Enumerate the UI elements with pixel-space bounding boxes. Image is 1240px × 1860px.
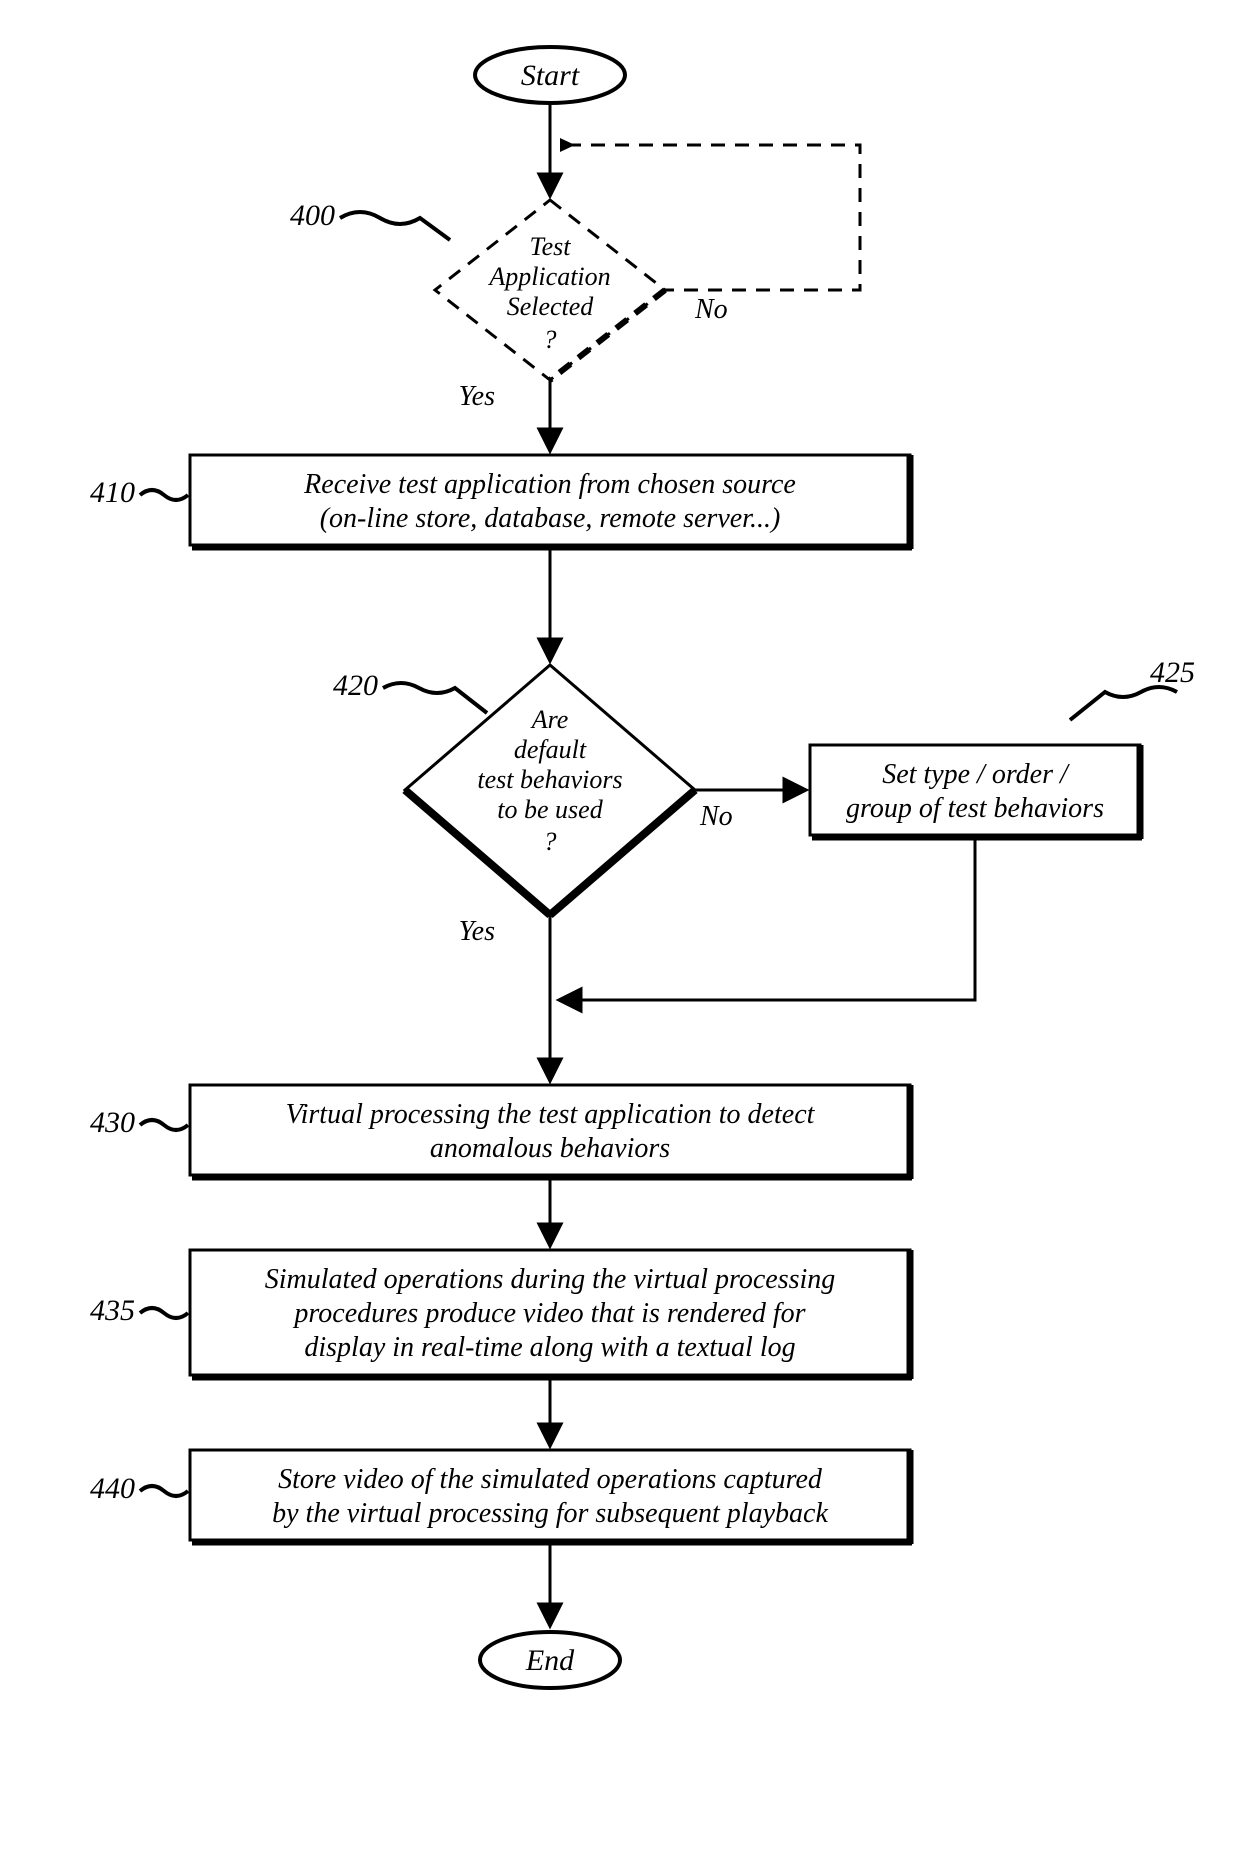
start-label: Start [521, 59, 580, 92]
label-410-squiggle [140, 490, 188, 500]
d400-no: No [694, 294, 728, 325]
d420-l2: default [514, 735, 587, 764]
b435-l3: display in real-time along with a textua… [304, 1332, 795, 1363]
d420-l4: to be used [497, 795, 603, 824]
b425-l1: Set type / order / [882, 759, 1070, 790]
d420-l1: Are [530, 705, 569, 734]
label-440: 440 [90, 1472, 135, 1505]
d420-yes: Yes [459, 916, 495, 947]
label-425-squiggle [1070, 687, 1177, 720]
label-440-squiggle [140, 1486, 188, 1496]
label-430-squiggle [140, 1120, 188, 1130]
label-420-squiggle [383, 683, 487, 713]
d420-no: No [699, 801, 733, 832]
label-435: 435 [90, 1294, 135, 1327]
b410-l2: (on-line store, database, remote server.… [320, 503, 781, 534]
label-400: 400 [290, 199, 335, 232]
d400-l1: Test [530, 232, 572, 261]
b430-l2: anomalous behaviors [430, 1133, 670, 1164]
label-430: 430 [90, 1106, 135, 1139]
b440-l1: Store video of the simulated operations … [278, 1464, 823, 1495]
b435-l1: Simulated operations during the virtual … [265, 1264, 836, 1295]
b425-l2: group of test behaviors [846, 793, 1104, 824]
label-425: 425 [1150, 656, 1195, 689]
d420-l3: test behaviors [477, 765, 622, 794]
edge-400-no-loop-arrowhead [560, 138, 575, 152]
d400-l2: Application [487, 262, 610, 291]
d400-l3: Selected [507, 292, 595, 321]
label-400-squiggle [340, 212, 450, 240]
d420-l5: ? [544, 827, 557, 856]
b430-l1: Virtual processing the test application … [286, 1099, 816, 1130]
edge-425-merge [560, 840, 975, 1000]
b435-l2: procedures produce video that is rendere… [292, 1298, 805, 1329]
b440-l2: by the virtual processing for subsequent… [272, 1498, 828, 1529]
label-420: 420 [333, 669, 378, 702]
label-435-squiggle [140, 1308, 188, 1318]
flowchart: Start Test Application Selected ? 400 No… [0, 0, 1240, 1860]
label-410: 410 [90, 476, 135, 509]
d400-l4: ? [544, 325, 557, 354]
d400-yes: Yes [459, 381, 495, 412]
end-label: End [525, 1644, 575, 1677]
b410-l1: Receive test application from chosen sou… [303, 469, 796, 500]
